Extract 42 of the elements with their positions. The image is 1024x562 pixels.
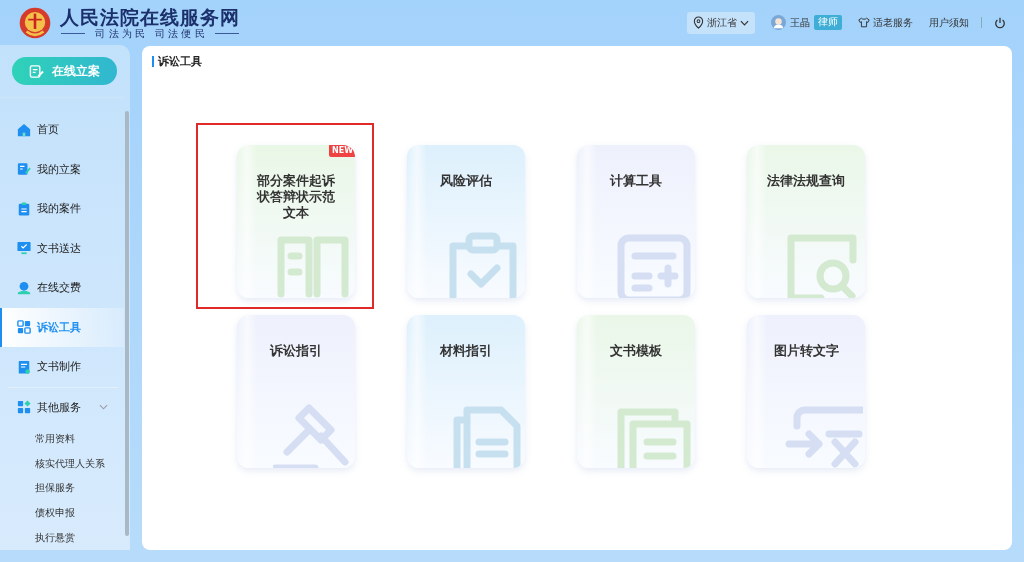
tool-card[interactable]: 材料指引 [407,315,525,468]
sidebar-item[interactable]: 文书制作 [0,347,124,387]
edit-icon [29,63,44,79]
sidebar-subitem[interactable]: 担保服务 [0,476,130,502]
caret-icon [740,19,749,26]
power-icon[interactable] [994,16,1006,29]
sidebar-group[interactable]: 其他服务 [0,387,124,427]
court-emblem-icon [18,5,52,40]
sidebar-item[interactable]: 在线交费 [0,268,124,308]
tool-card[interactable]: 计算工具 [577,145,695,298]
notice-link[interactable]: 用户须知 [929,15,969,30]
tool-card[interactable]: 图片转文字 [747,315,865,468]
apps-icon [17,400,31,415]
role-badge: 律师 [814,15,842,30]
monitor-icon [17,241,31,256]
location-pin-icon [693,16,704,29]
shirt-icon [858,17,870,28]
sidebar-subitem[interactable]: 债权申报 [0,501,130,526]
sidebar-item[interactable]: 文书送达 [0,228,124,268]
slogan: 司 法 便 民 [155,28,205,39]
edit-icon [17,162,31,177]
clipboard-icon [17,201,31,216]
doc-icon [17,359,31,374]
sidebar-subitem[interactable]: 常用资料 [0,427,130,452]
sidebar-item[interactable]: 首页 [0,110,124,150]
tool-card[interactable]: 法律法规查询 [747,145,865,298]
elder-service-link[interactable]: 适老服务 [858,15,913,30]
sidebar-item[interactable]: 我的立案 [0,149,124,189]
tool-card[interactable]: 风险评估 [407,145,525,298]
home-icon [17,122,31,137]
chevron-icon [99,404,108,411]
site-title: 人民法院在线服务网 [60,6,240,28]
location-selector[interactable]: 浙江省 [687,11,755,34]
slogan: 司 法 为 民 [95,28,145,39]
tool-card[interactable]: 文书模板 [577,315,695,468]
user-name: 王晶 [790,15,810,30]
sidebar-subitem[interactable]: 执行悬赏 [0,525,130,551]
grid-icon [17,320,31,335]
sidebar-subitem[interactable]: 核实代理人关系 [0,451,130,477]
tool-card[interactable]: 诉讼指引 [237,315,355,468]
page-title: 诉讼工具 [158,54,202,69]
sidebar-item[interactable]: 我的案件 [0,189,124,229]
